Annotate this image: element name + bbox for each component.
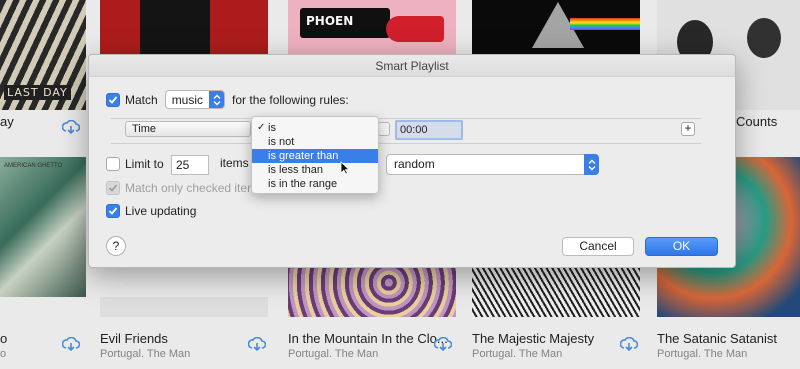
match-checked-label: Match only checked item	[125, 181, 258, 195]
mouse-pointer-icon	[340, 161, 350, 175]
live-updating-checkbox[interactable]	[106, 204, 120, 218]
limit-count-input[interactable]: 25	[171, 155, 209, 175]
smart-playlist-dialog: Smart Playlist Match music for the follo…	[88, 54, 736, 268]
help-button[interactable]: ?	[106, 236, 126, 256]
rules-suffix-label: for the following rules:	[232, 92, 349, 107]
match-checkbox[interactable]	[106, 92, 120, 107]
up-down-arrows-icon	[209, 91, 225, 108]
limit-label: Limit to	[125, 157, 164, 171]
live-updating-row: Live updating	[106, 204, 196, 218]
match-label: Match	[125, 92, 158, 107]
operator-arrows-icon[interactable]	[378, 122, 390, 136]
rule-value-input[interactable]: 00:00	[395, 120, 463, 140]
dialog-title: Smart Playlist	[89, 55, 735, 77]
ok-button[interactable]: OK	[645, 237, 718, 256]
cancel-button[interactable]: Cancel	[562, 237, 634, 256]
media-kind-popup[interactable]: music	[164, 90, 226, 109]
menu-item-is-in-the-range[interactable]: is in the range	[252, 177, 378, 191]
operator-menu: ✓ is is not is greater than is less than …	[251, 116, 379, 194]
menu-item-is-less-than[interactable]: is less than	[252, 163, 378, 177]
limit-unit-popup[interactable]: items	[220, 156, 249, 170]
media-kind-value: music	[171, 92, 204, 107]
match-checked-checkbox[interactable]	[106, 181, 120, 195]
match-checked-row: Match only checked item	[106, 181, 257, 195]
menu-item-is-greater-than[interactable]: is greater than	[252, 149, 378, 163]
limit-row: Limit to	[106, 157, 164, 171]
match-row: Match music for the following rules:	[106, 90, 349, 109]
rule-field-popup[interactable]: Time	[125, 121, 251, 137]
checkmark-icon: ✓	[257, 122, 266, 133]
menu-item-is-not[interactable]: is not	[252, 135, 378, 149]
up-down-arrows-icon	[584, 154, 599, 175]
selected-by-value: random	[394, 157, 435, 171]
menu-item-is[interactable]: ✓ is	[252, 121, 378, 135]
live-updating-label: Live updating	[125, 204, 197, 218]
add-rule-button[interactable]: +	[681, 122, 695, 136]
selected-by-popup[interactable]: random	[386, 154, 599, 175]
limit-checkbox[interactable]	[106, 157, 120, 171]
